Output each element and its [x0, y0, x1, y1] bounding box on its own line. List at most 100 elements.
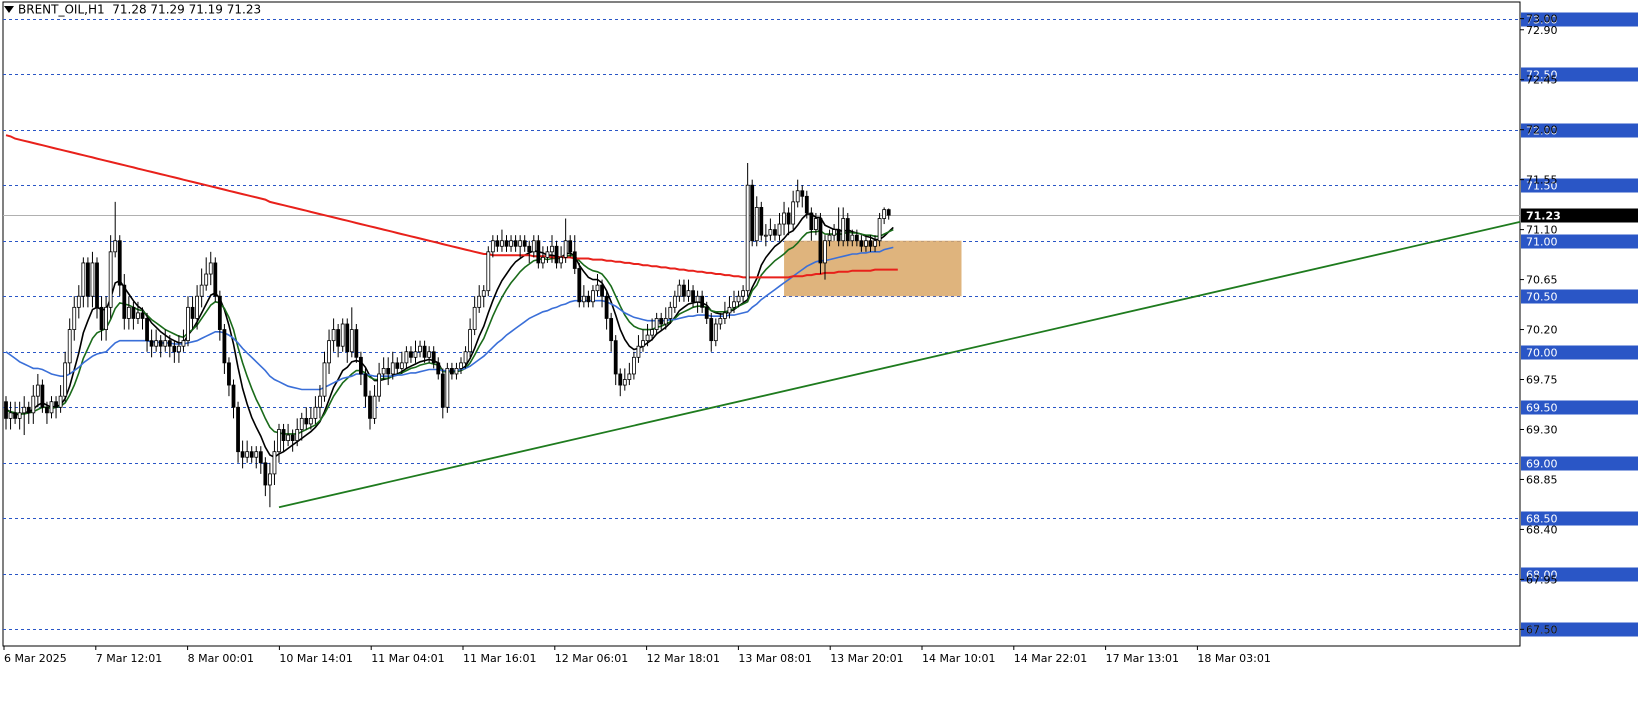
candle [236, 401, 240, 463]
candle [691, 285, 695, 308]
candle-body [554, 245, 559, 264]
x-tick-label: 14 Mar 22:01 [1014, 652, 1087, 665]
candle [331, 318, 336, 352]
candle-body [814, 218, 818, 231]
candle [322, 351, 327, 402]
candle [413, 340, 418, 363]
dropdown-triangle-icon[interactable] [4, 6, 14, 13]
candle-body [318, 395, 322, 408]
candle [149, 329, 154, 358]
candle-body [745, 184, 750, 292]
candle-body [481, 290, 486, 297]
candle [481, 285, 486, 308]
candle-body [777, 223, 782, 236]
candle-body [550, 245, 554, 253]
y-tick-label: 72.00 [1526, 124, 1558, 137]
candle-body [882, 209, 887, 219]
candle-body [723, 312, 727, 319]
candle-body [213, 262, 218, 297]
candle-body [613, 340, 618, 375]
price-axis: 73.0072.5072.0071.5071.0070.5070.0069.50… [1520, 12, 1638, 637]
candle-body [217, 295, 222, 330]
price-chart[interactable]: 73.0072.5072.0071.5071.0070.5070.0069.50… [0, 0, 1651, 708]
candle-body [563, 240, 568, 258]
candle-body [859, 240, 864, 247]
candle [545, 246, 550, 263]
candle-body [500, 240, 504, 247]
candle-body [472, 306, 477, 330]
candle [163, 329, 168, 352]
candle [700, 290, 705, 313]
candle-body [440, 373, 445, 408]
candle-body [741, 290, 745, 297]
candle [622, 368, 627, 391]
candle-body [541, 256, 545, 264]
moving-average-line [5, 134, 898, 279]
candle-body [591, 290, 595, 303]
candle-body [677, 284, 682, 297]
candle [618, 368, 623, 397]
candle-body [76, 295, 81, 308]
candle-body [372, 395, 377, 419]
candle-body [295, 429, 300, 441]
candle [90, 251, 95, 308]
candle [886, 208, 891, 220]
candle-body [818, 218, 823, 264]
candle [208, 251, 213, 286]
x-tick-label: 12 Mar 18:01 [647, 652, 720, 665]
x-tick-label: 13 Mar 08:01 [738, 652, 811, 665]
candle-body [672, 295, 677, 308]
level-label: 69.00 [1526, 458, 1558, 471]
candle-body [354, 329, 359, 358]
candle-body [349, 329, 354, 353]
candle-body [504, 240, 509, 247]
y-tick-label: 71.55 [1526, 174, 1558, 187]
candle [286, 423, 291, 447]
candle-body [782, 212, 786, 225]
candle [440, 368, 445, 419]
candle [754, 196, 759, 247]
candle [181, 329, 186, 352]
candle-body [90, 262, 95, 297]
candle-body [786, 212, 791, 225]
candle [536, 235, 541, 269]
candle [176, 335, 181, 363]
candle [17, 401, 22, 430]
candle [418, 340, 422, 358]
x-tick-label: 13 Mar 20:01 [830, 652, 903, 665]
y-tick-label: 71.10 [1526, 224, 1558, 237]
candle [395, 357, 400, 374]
current-price-label: 71.23 [1526, 210, 1561, 223]
x-tick-label: 7 Mar 12:01 [96, 652, 162, 665]
candle [72, 296, 77, 341]
candle-body [609, 318, 614, 342]
candle-body [727, 306, 732, 314]
candle [313, 396, 318, 424]
candle [117, 235, 122, 297]
ohlc-values: 71.28 71.29 71.19 71.23 [112, 2, 262, 17]
candle-body [431, 351, 436, 364]
x-tick-label: 11 Mar 16:01 [463, 652, 536, 665]
candle [409, 346, 413, 363]
candle [436, 357, 441, 380]
symbol-label: BRENT_OIL,H1 [18, 2, 105, 17]
symbol-header[interactable]: BRENT_OIL,H1 71.28 71.29 71.19 71.23 [4, 2, 261, 17]
supply-demand-zone [784, 240, 962, 297]
candle-body [522, 240, 527, 247]
candle [809, 207, 814, 241]
candle-body [854, 234, 859, 242]
candle-body [22, 406, 27, 414]
candle-body [454, 368, 459, 375]
candle-body [336, 329, 341, 347]
candle [99, 296, 104, 341]
candle [677, 279, 682, 302]
candle-body [49, 401, 54, 414]
chart-window[interactable]: 73.00 72.50 72.00 71.50 71.00 70.50 70.00 69.50… [0, 0, 1651, 708]
candle [254, 446, 259, 469]
candle-body [395, 362, 400, 369]
x-tick-label: 18 Mar 03:01 [1197, 652, 1270, 665]
candle [773, 224, 777, 241]
candle-body [632, 356, 636, 375]
candle-body [304, 417, 309, 425]
candle-body [313, 406, 318, 419]
